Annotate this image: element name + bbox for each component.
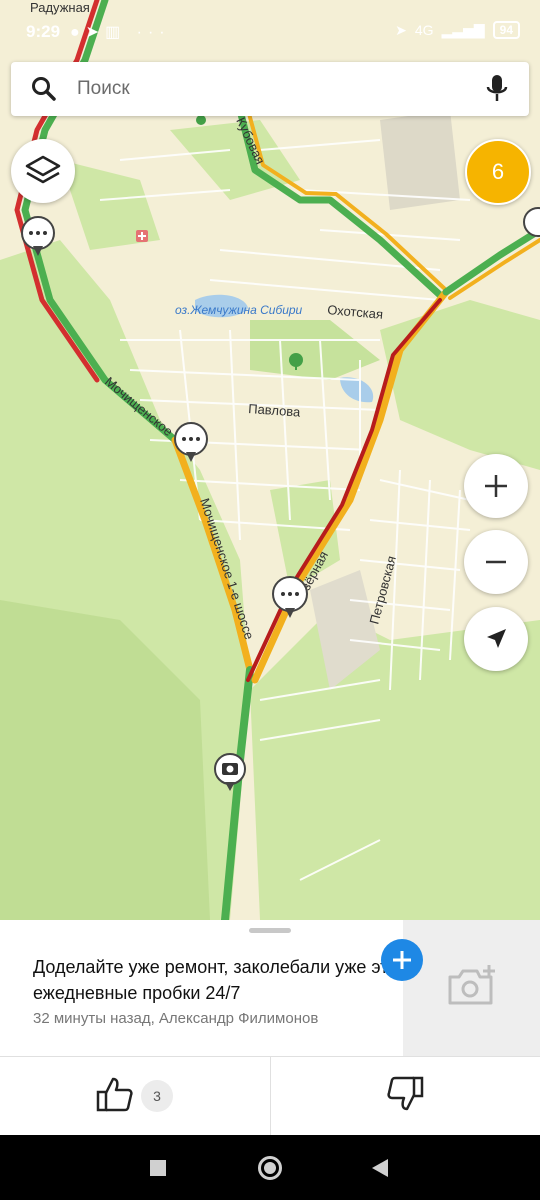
zoom-out-icon <box>486 560 506 564</box>
lake-label: оз.Жемчужина Сибири <box>175 303 303 317</box>
comment-panel: Доделайте уже ремонт, заколебали уже эти… <box>0 920 540 1135</box>
traffic-level-value: 6 <box>491 159 505 184</box>
traffic-level-badge[interactable]: 6 <box>465 139 531 205</box>
locate-icon <box>487 629 506 648</box>
recents-button[interactable] <box>150 1160 166 1176</box>
zoom-in-icon <box>485 475 507 497</box>
comment-meta: 32 минуты назад, Александр Филимонов <box>33 1010 319 1027</box>
layers-button[interactable] <box>11 139 75 203</box>
system-nav-bar <box>0 1135 540 1200</box>
mic-icon[interactable] <box>485 74 509 104</box>
battery-indicator: 94 <box>492 21 520 39</box>
add-button[interactable] <box>381 939 423 981</box>
zoom-out-button[interactable] <box>464 530 528 594</box>
network-label: 4G <box>414 22 434 38</box>
add-photo-area[interactable] <box>403 920 540 1056</box>
search-bar[interactable]: Поиск <box>11 62 529 116</box>
status-right-icons: ➤ 4G ▂▃▅▇ 94 <box>395 21 520 39</box>
status-time: 9:29 <box>26 22 61 41</box>
search-icon <box>32 77 56 101</box>
hospital-icon <box>136 230 148 242</box>
search-input[interactable]: Поиск <box>77 78 130 100</box>
panel-drag-handle[interactable] <box>249 928 291 933</box>
layers-icon <box>25 155 61 184</box>
thumbs-down-icon[interactable] <box>386 1075 424 1113</box>
locate-button[interactable] <box>464 607 528 671</box>
plus-icon <box>393 951 411 969</box>
map-view[interactable]: Радужная Кубовая Охотская Павлова Мочище… <box>0 0 540 920</box>
park-icon <box>196 115 206 125</box>
like-count: 3 <box>141 1080 173 1112</box>
comment-text: Доделайте уже ремонт, заколебали уже эти… <box>33 957 399 1003</box>
back-button[interactable] <box>372 1159 388 1177</box>
notification-icons: ●➤▥ ··· <box>70 24 171 41</box>
location-icon: ➤ <box>395 21 407 38</box>
home-button[interactable] <box>257 1155 283 1181</box>
vote-divider <box>270 1057 271 1135</box>
thumbs-up-icon[interactable] <box>96 1075 134 1113</box>
zoom-in-button[interactable] <box>464 454 528 518</box>
camera-add-icon <box>448 965 495 1005</box>
signal-icon: ▂▃▅▇ <box>441 21 485 38</box>
status-bar: 9:29 ●➤▥ ··· ➤ 4G ▂▃▅▇ 94 <box>0 0 540 64</box>
